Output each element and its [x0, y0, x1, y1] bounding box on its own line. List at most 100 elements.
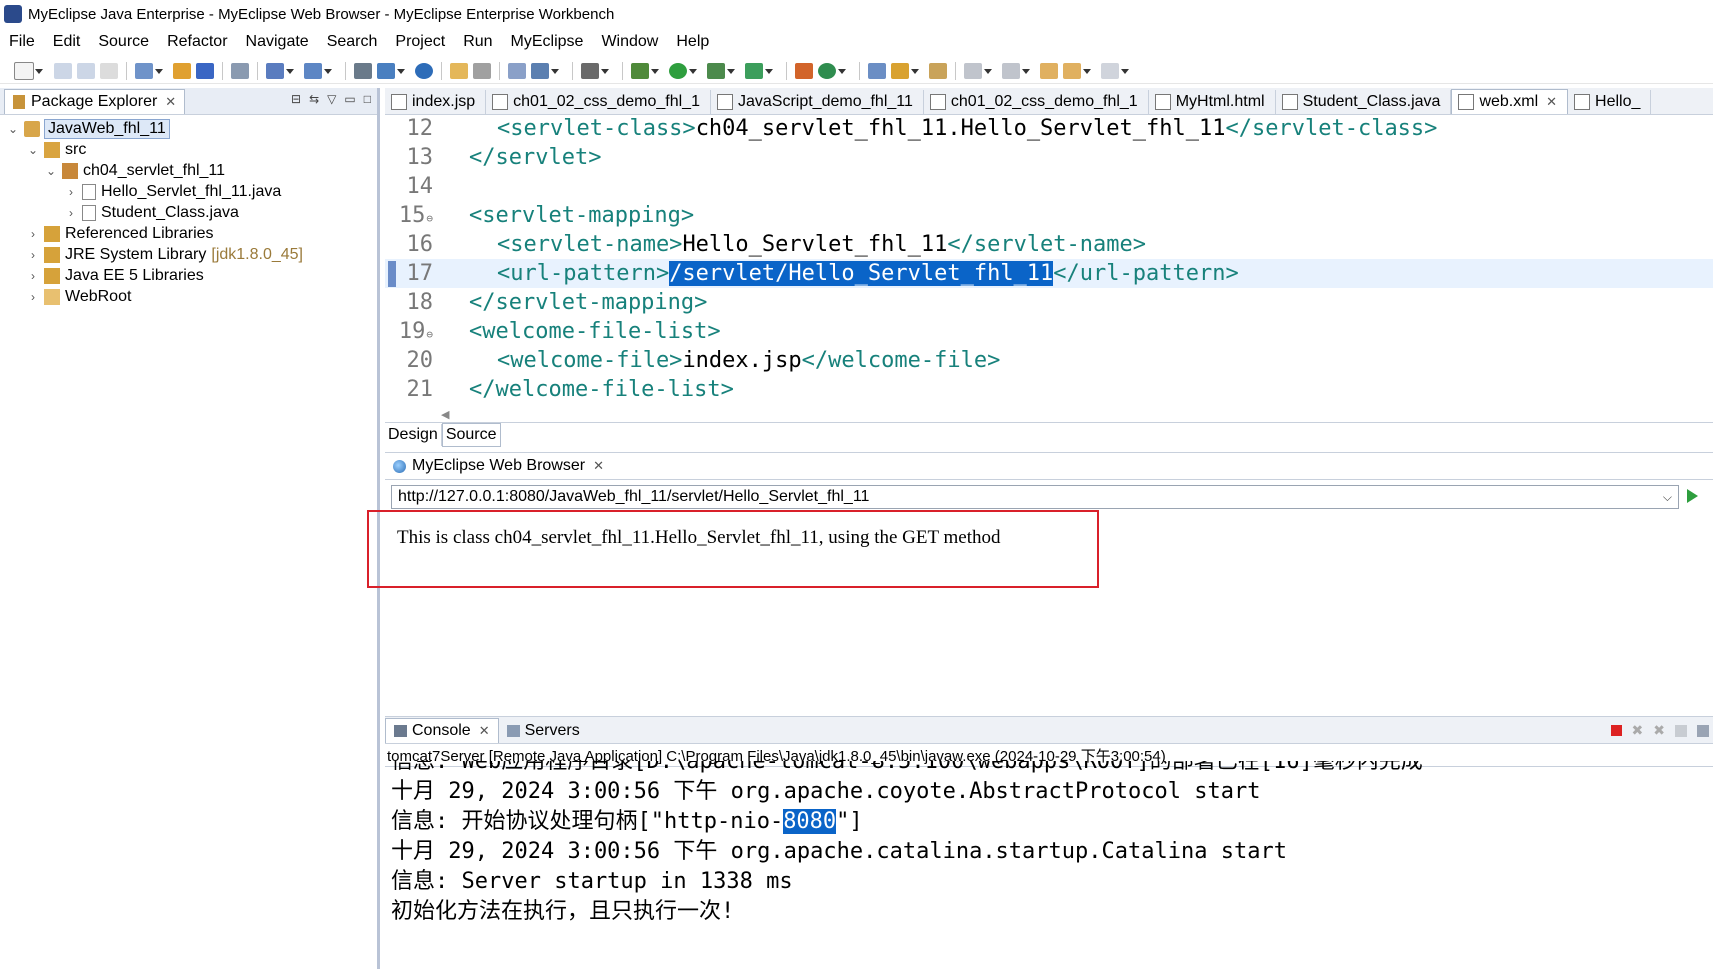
menu-search[interactable]: Search — [318, 33, 387, 51]
open-type-icon[interactable] — [173, 62, 191, 79]
menu-project[interactable]: Project — [386, 33, 454, 51]
chevron-down-icon[interactable]: ⌄ — [26, 143, 40, 157]
last-edit-icon[interactable] — [1040, 62, 1058, 79]
file-icon — [929, 94, 946, 110]
link-icon[interactable] — [473, 62, 491, 79]
remove-launch-icon[interactable]: ✖ — [1632, 722, 1644, 739]
chevron-right-icon[interactable]: › — [26, 227, 40, 241]
tab-servers[interactable]: Servers — [499, 719, 588, 743]
tree-item-src[interactable]: ⌄ src — [26, 139, 86, 161]
tree-item-referenced-libraries[interactable]: › Referenced Libraries — [26, 223, 214, 245]
open-resource-icon[interactable] — [196, 62, 214, 79]
chevron-right-icon[interactable]: › — [26, 290, 40, 304]
chevron-down-icon[interactable]: ⌵ — [1663, 490, 1672, 505]
chevron-right-icon[interactable]: › — [26, 248, 40, 262]
collapse-all-icon[interactable]: ⊟ — [291, 92, 301, 106]
tab-package-explorer[interactable]: Package Explorer ✕ — [4, 88, 186, 114]
tree-item-jre-library[interactable]: › JRE System Library [jdk1.8.0_45] — [26, 244, 303, 266]
chevron-right-icon[interactable]: › — [64, 206, 78, 220]
debug-icon[interactable] — [631, 62, 659, 79]
service-icon[interactable] — [531, 62, 559, 79]
chevron-down-icon[interactable]: ⌄ — [44, 164, 58, 178]
run-icon[interactable] — [669, 62, 697, 79]
selected-text: /servlet/Hello_Servlet_fhl_11 — [669, 261, 1054, 286]
menu-source[interactable]: Source — [89, 33, 158, 51]
scroll-lock-icon[interactable] — [1697, 724, 1709, 737]
forward-icon[interactable] — [1101, 62, 1129, 79]
tab-index-jsp[interactable]: index.jsp — [385, 90, 487, 114]
annotation-icon[interactable] — [891, 62, 919, 79]
fold-icon[interactable]: ⊖ — [426, 328, 433, 341]
tab-javascript-demo[interactable]: JavaScript_demo_fhl_11 — [711, 90, 924, 114]
new-icon[interactable] — [14, 61, 43, 80]
remove-all-icon[interactable]: ✖ — [1653, 722, 1665, 739]
tree-item-file-student-class[interactable]: › Student_Class.java — [64, 202, 239, 224]
open-folder-icon[interactable] — [450, 62, 468, 79]
url-input[interactable]: http://127.0.0.1:8080/JavaWeb_fhl_11/ser… — [391, 485, 1679, 509]
prev-annotation-icon[interactable] — [1002, 62, 1030, 79]
history-icon[interactable] — [929, 62, 947, 79]
new-wizard-icon[interactable] — [135, 62, 163, 79]
tab-css-demo-2[interactable]: ch01_02_css_demo_fhl_1 — [924, 90, 1149, 114]
tree-item-javaee-libraries[interactable]: › Java EE 5 Libraries — [26, 265, 204, 287]
web-icon[interactable] — [377, 62, 405, 79]
fold-icon[interactable]: ⊖ — [426, 212, 433, 225]
camera-icon[interactable] — [581, 62, 609, 79]
chevron-down-icon[interactable]: ⌄ — [6, 122, 20, 136]
close-icon[interactable]: ✕ — [593, 458, 604, 474]
close-icon[interactable]: ✕ — [165, 94, 176, 110]
tab-css-demo-1[interactable]: ch01_02_css_demo_fhl_1 — [486, 90, 711, 114]
menu-help[interactable]: Help — [667, 33, 718, 51]
deploy-icon[interactable] — [266, 62, 294, 79]
menu-edit[interactable]: Edit — [44, 33, 90, 51]
terminal-icon[interactable] — [231, 62, 249, 79]
tab-web-browser[interactable]: MyEclipse Web Browser ✕ — [385, 457, 612, 475]
tab-web-xml[interactable]: web.xml ✕ — [1451, 89, 1569, 114]
console-line: 十月 29, 2024 3:00:56 下午 org.apache.catali… — [391, 839, 1287, 864]
back-icon[interactable] — [1063, 62, 1091, 79]
menu-run[interactable]: Run — [454, 33, 501, 51]
save-all-icon[interactable] — [77, 62, 95, 79]
save-icon[interactable] — [54, 62, 72, 79]
chevron-right-icon[interactable]: › — [26, 269, 40, 283]
print-icon[interactable] — [100, 62, 118, 79]
close-icon[interactable]: ✕ — [479, 723, 490, 739]
link-with-editor-icon[interactable]: ⇆ — [309, 92, 319, 106]
new-class-icon[interactable] — [818, 62, 846, 79]
new-package-icon[interactable] — [795, 62, 813, 79]
minimize-icon[interactable]: ▭ — [344, 92, 355, 106]
menu-myeclipse[interactable]: MyEclipse — [502, 33, 593, 51]
view-menu-icon[interactable]: ▽ — [327, 92, 336, 106]
clear-console-icon[interactable] — [1675, 724, 1687, 737]
run-external-icon[interactable] — [707, 62, 735, 79]
open-task-icon[interactable] — [868, 62, 886, 79]
terminate-icon[interactable] — [1610, 725, 1622, 736]
scroll-left-icon[interactable]: ◀ — [441, 408, 449, 421]
menu-file[interactable]: File — [0, 33, 44, 51]
tab-student-class[interactable]: Student_Class.java — [1276, 90, 1452, 114]
tab-hello[interactable]: Hello_ — [1568, 90, 1652, 114]
tab-source[interactable]: Source — [441, 423, 501, 447]
close-icon[interactable]: ✕ — [1546, 94, 1557, 110]
server-icon[interactable] — [304, 62, 332, 79]
tab-console[interactable]: Console ✕ — [385, 718, 499, 743]
globe-icon[interactable] — [415, 62, 433, 79]
chevron-right-icon[interactable]: › — [64, 185, 78, 199]
menu-window[interactable]: Window — [592, 33, 667, 51]
tree-item-webroot[interactable]: › WebRoot — [26, 286, 131, 308]
tree-item-file-hello-servlet[interactable]: › Hello_Servlet_fhl_11.java — [64, 181, 281, 203]
search-run-icon[interactable] — [745, 62, 773, 79]
menu-navigate[interactable]: Navigate — [237, 33, 318, 51]
code-editor[interactable]: 12 <servlet-class>ch04_servlet_fhl_11.He… — [385, 114, 1713, 404]
web-project-icon[interactable] — [508, 62, 526, 79]
maximize-icon[interactable]: □ — [364, 92, 371, 106]
console-output[interactable]: 信息: Web应用程序目录[D:\apache-tomcat-8.5.100\w… — [391, 761, 1711, 970]
next-annotation-icon[interactable] — [964, 62, 992, 79]
tree-item-project[interactable]: ⌄ JavaWeb_fhl_11 — [6, 118, 170, 140]
tab-myhtml[interactable]: MyHtml.html — [1149, 90, 1276, 114]
tree-item-package[interactable]: ⌄ ch04_servlet_fhl_11 — [44, 160, 225, 182]
tab-design[interactable]: Design — [385, 424, 442, 446]
db-browser-icon[interactable] — [354, 62, 372, 79]
menu-refactor[interactable]: Refactor — [158, 33, 236, 51]
go-icon[interactable] — [1687, 489, 1698, 503]
